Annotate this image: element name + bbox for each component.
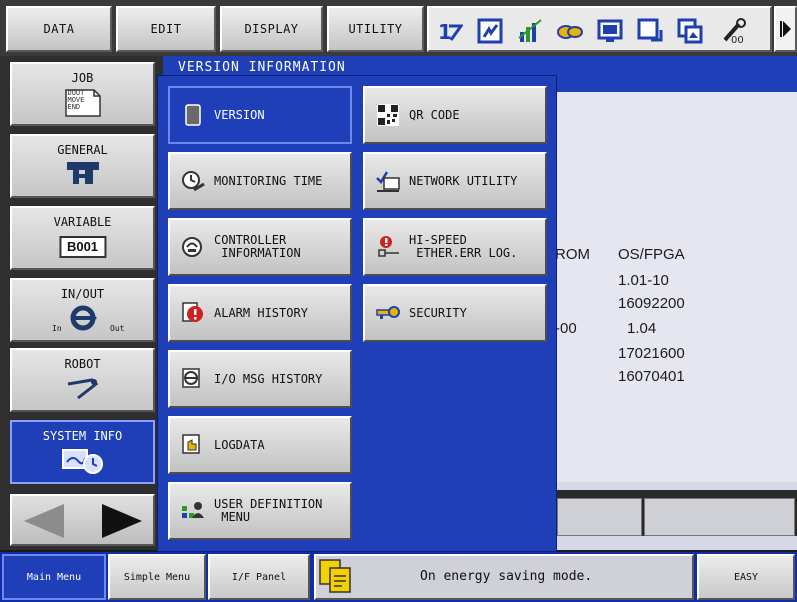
if-panel-button[interactable]: I/F Panel: [208, 554, 310, 600]
num-keys-icon[interactable]: 1: [437, 18, 463, 44]
menu-item-qr-code[interactable]: QR CODE: [363, 86, 547, 144]
job-label: JOB: [71, 71, 94, 85]
menu-item-logdata-label: LOGDATA: [214, 437, 265, 452]
out-text: Out: [110, 324, 125, 333]
svg-text:1: 1: [438, 20, 452, 44]
svg-text:00: 00: [731, 35, 744, 44]
tool-icon[interactable]: 00: [721, 18, 747, 44]
logdata-icon: [180, 432, 206, 458]
display-menu-button[interactable]: DISPLAY: [220, 6, 323, 52]
page-nav-buttons: [10, 494, 155, 546]
utility-menu-button[interactable]: UTILITY: [327, 6, 424, 52]
job-icon-line3: END: [67, 103, 81, 111]
menu-item-monitoring-time[interactable]: MONITORING TIME: [168, 152, 352, 210]
menu-item-hi-speed-label: HI-SPEED ETHER.ERR LOG.: [409, 233, 518, 260]
version-info-area: ROM OS/FPGA 1.01-10 16092200 -00 1.04 17…: [555, 92, 797, 482]
variable-label: VARIABLE: [53, 215, 112, 229]
page-right-button[interactable]: [774, 6, 797, 52]
simple-menu-button[interactable]: Simple Menu: [108, 554, 206, 600]
info-value-1: 1.01-10: [618, 272, 669, 289]
menu-item-security[interactable]: SECURITY: [363, 284, 547, 342]
job-doc-icon: DOUT MOVE END: [64, 88, 102, 121]
menu-item-hi-speed-ether-err-log[interactable]: HI-SPEED ETHER.ERR LOG.: [363, 218, 547, 276]
menu-item-version[interactable]: VERSION: [168, 86, 352, 144]
job-button[interactable]: JOB DOUT MOVE END: [10, 62, 155, 126]
copy-pages-icon: [318, 558, 354, 600]
user-definition-icon: [180, 498, 206, 524]
info-value-3: 1.04: [627, 320, 657, 337]
menu-item-io-msg-history-label: I/O MSG HISTORY: [214, 371, 323, 386]
in-text: In: [52, 324, 62, 333]
handshake-icon[interactable]: [557, 18, 583, 44]
general-tools-icon: [65, 160, 101, 189]
menu-item-controller-information-label: CONTROLLER INFORMATION: [214, 233, 301, 260]
menu-item-security-label: SECURITY: [409, 305, 467, 320]
menu-item-version-label: VERSION: [214, 107, 265, 122]
main-menu-button[interactable]: Main Menu: [2, 554, 106, 600]
info-value-5: 16070401: [618, 368, 685, 385]
menu-item-network-utility[interactable]: NETWORK UTILITY: [363, 152, 547, 210]
menu-item-qr-code-label: QR CODE: [409, 107, 460, 122]
menu-item-controller-information[interactable]: CONTROLLER INFORMATION: [168, 218, 352, 276]
checkbox-icon[interactable]: [477, 18, 503, 44]
menu-item-monitoring-time-label: MONITORING TIME: [214, 173, 323, 188]
general-label: GENERAL: [57, 143, 108, 157]
version-icon: [180, 102, 206, 128]
chart-icon[interactable]: [517, 18, 543, 44]
menu-item-user-definition-menu[interactable]: USER DEFINITION MENU: [168, 482, 352, 540]
edit-menu-button[interactable]: EDIT: [116, 6, 216, 52]
robot-button[interactable]: ROBOT: [10, 348, 155, 412]
in-out-label: IN/OUT: [60, 287, 105, 301]
io-msg-history-icon: [180, 366, 206, 392]
menu-item-logdata[interactable]: LOGDATA: [168, 416, 352, 474]
message-box: On energy saving mode.: [314, 554, 694, 600]
system-info-icon: [61, 446, 105, 479]
alarm-history-icon: [180, 300, 206, 326]
menu-item-io-msg-history[interactable]: I/O MSG HISTORY: [168, 350, 352, 408]
robot-arm-icon: [64, 374, 102, 405]
data-menu-button[interactable]: DATA: [6, 6, 112, 52]
system-info-button[interactable]: SYSTEM INFO: [10, 420, 155, 484]
bottom-cell-2: [644, 498, 795, 536]
image-icon[interactable]: [677, 18, 703, 44]
menu-item-alarm-history[interactable]: ALARM HISTORY: [168, 284, 352, 342]
general-button[interactable]: GENERAL: [10, 134, 155, 198]
next-page-icon[interactable]: [98, 502, 146, 544]
page-title: VERSION INFORMATION: [178, 60, 346, 75]
menu-item-network-utility-label: NETWORK UTILITY: [409, 173, 518, 188]
prev-page-icon[interactable]: [20, 502, 68, 544]
variable-badge: B001: [58, 236, 107, 258]
hi-speed-error-icon: [375, 234, 401, 260]
robot-label: ROBOT: [64, 357, 101, 371]
in-out-button[interactable]: IN/OUT In Out: [10, 278, 155, 342]
status-icon-strip: 1 00: [427, 6, 772, 52]
controller-information-icon: [180, 234, 206, 260]
monitoring-time-icon: [180, 168, 206, 194]
network-utility-icon: [375, 168, 401, 194]
menu-item-user-definition-menu-label: USER DEFINITION MENU: [214, 497, 323, 524]
info-osfpga: OS/FPGA: [618, 246, 685, 263]
window-icon[interactable]: [637, 18, 663, 44]
security-key-icon: [375, 300, 401, 326]
bottom-cell-1: [557, 498, 642, 536]
display-icon[interactable]: [597, 18, 623, 44]
info-rom: ROM: [555, 246, 590, 263]
menu-item-alarm-history-label: ALARM HISTORY: [214, 305, 308, 320]
chevron-right-icon: [780, 21, 791, 37]
qr-code-icon: [375, 102, 401, 128]
info-dash-00: -00: [555, 320, 577, 337]
info-value-4: 17021600: [618, 345, 685, 362]
in-out-arrow-icon: [61, 300, 105, 339]
variable-button[interactable]: VARIABLE B001: [10, 206, 155, 270]
status-message: On energy saving mode.: [420, 569, 593, 584]
info-value-2: 16092200: [618, 295, 685, 312]
system-info-label: SYSTEM INFO: [42, 429, 123, 443]
easy-mode-button[interactable]: EASY: [697, 554, 795, 600]
